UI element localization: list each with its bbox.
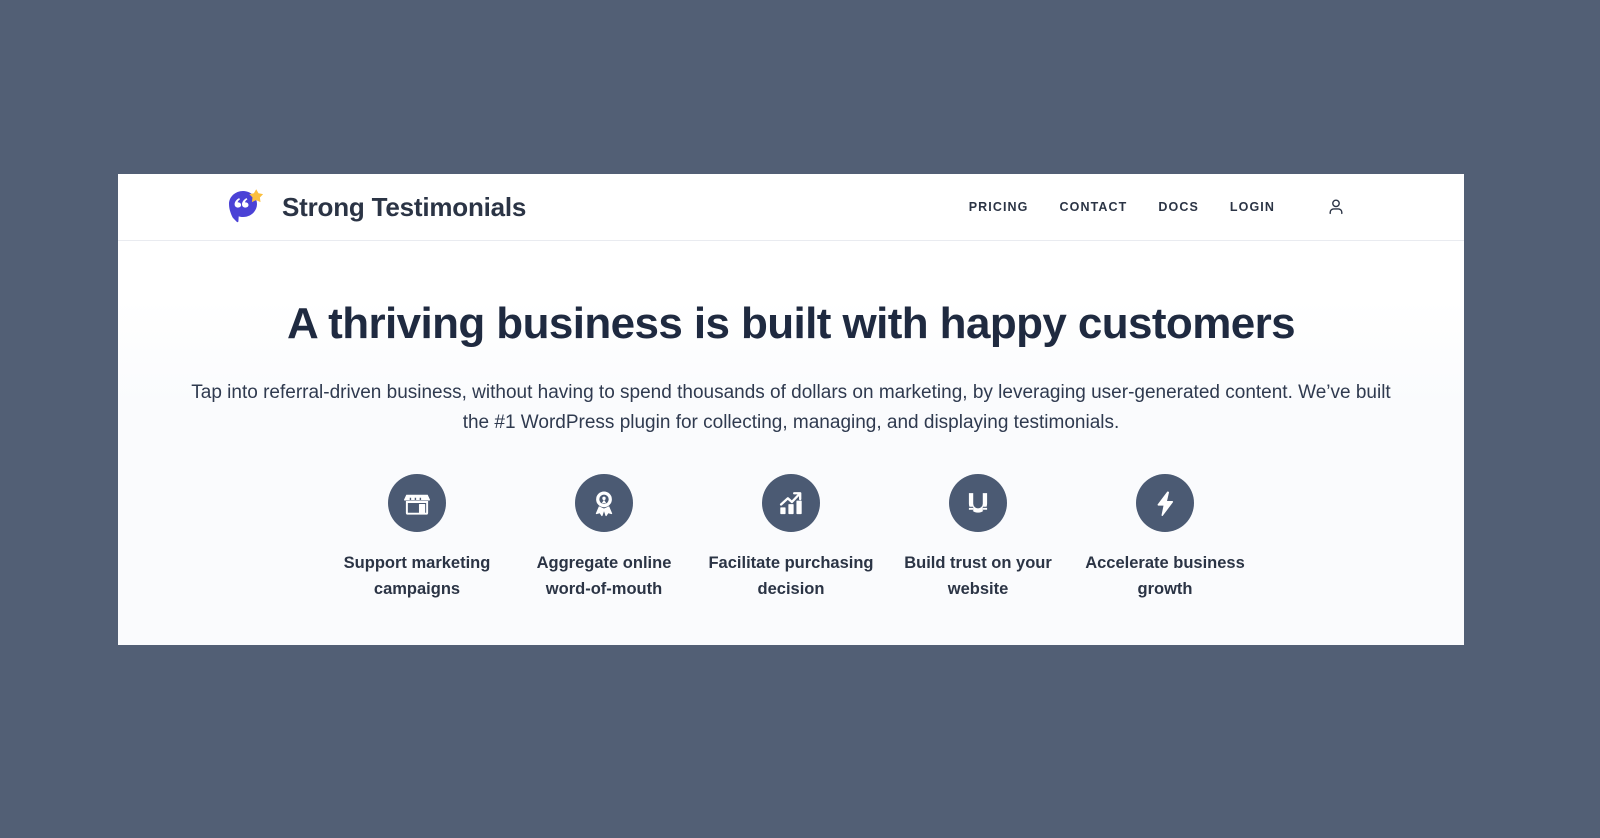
nav-link-pricing[interactable]: PRICING [969, 200, 1029, 214]
feature-item: Build trust on your website [885, 473, 1072, 603]
main-nav: PRICING CONTACT DOCS LOGIN [969, 195, 1348, 219]
page-title: A thriving business is built with happy … [286, 299, 1296, 348]
feature-label: Aggregate online word-of-mouth [536, 553, 672, 599]
hero-section: A thriving business is built with happy … [118, 299, 1464, 645]
feature-item: Facilitate purchasing decision [698, 473, 885, 603]
feature-label: Accelerate business growth [1085, 553, 1245, 599]
feature-item: Aggregate online word-of-mouth [511, 473, 698, 603]
award-ribbon-icon [575, 473, 633, 532]
lightning-bolt-icon [1136, 473, 1194, 532]
feature-item: Support marketing campaigns [324, 473, 511, 603]
growth-chart-icon [762, 473, 820, 532]
feature-list: Support marketing campaigns Aggregate on… [184, 473, 1398, 603]
feature-item: Accelerate business growth [1072, 473, 1259, 603]
nav-link-contact[interactable]: CONTACT [1060, 200, 1128, 214]
quote-bubble-star-icon [222, 187, 268, 227]
brand-title: Strong Testimonials [282, 191, 527, 222]
feature-label: Facilitate purchasing decision [708, 553, 874, 599]
feature-label: Build trust on your website [904, 553, 1052, 599]
nav-link-login[interactable]: LOGIN [1230, 200, 1275, 214]
magnet-icon [949, 473, 1007, 532]
user-account-icon[interactable] [1324, 195, 1348, 219]
nav-link-docs[interactable]: DOCS [1158, 200, 1199, 214]
storefront-icon [388, 473, 446, 532]
hero-subtitle: Tap into referral-driven business, witho… [191, 381, 1391, 433]
brand-logo[interactable]: Strong Testimonials [222, 187, 526, 227]
site-header: Strong Testimonials PRICING CONTACT DOCS… [118, 174, 1464, 241]
feature-label: Support marketing campaigns [343, 553, 491, 599]
page-card: Strong Testimonials PRICING CONTACT DOCS… [118, 174, 1464, 645]
